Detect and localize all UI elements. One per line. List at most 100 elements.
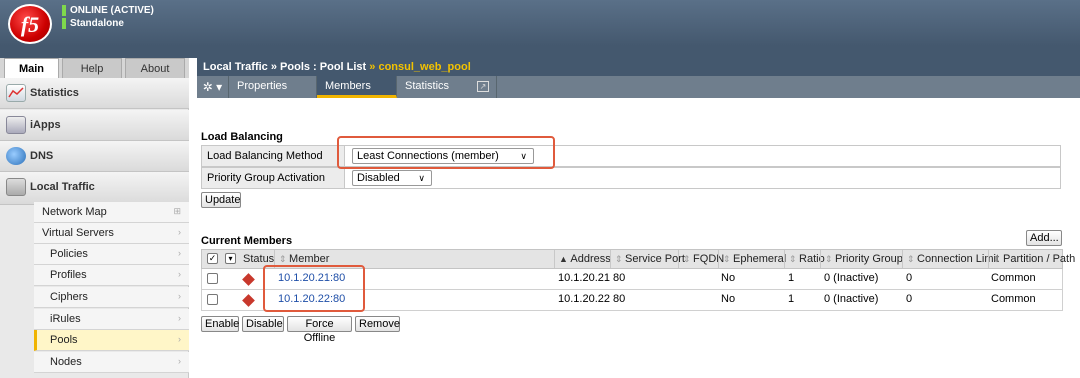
col-service-port[interactable]: ⇕ Service Port [610,250,685,268]
chevron-right-icon: › [178,269,181,279]
header-strip [0,46,1080,58]
section-title-members: Current Members [201,235,293,247]
col-connection-limit[interactable]: ⇕ Connection Limit [902,250,999,268]
chevron-right-icon: › [178,248,181,258]
update-button[interactable]: Update [201,192,241,208]
cell-priority: 0 (Inactive) [824,272,879,284]
remove-button[interactable]: Remove [355,316,400,332]
sidebar-item-pools[interactable]: Pools › [34,330,189,351]
cell-priority: 0 (Inactive) [824,293,879,305]
sidebar-item-ciphers[interactable]: Ciphers › [34,287,189,308]
sort-icon: ⇕ [907,254,918,264]
tab-main[interactable]: Main [4,58,59,78]
nav-section-iapps[interactable]: iApps [0,110,189,141]
sidebar-item-profiles[interactable]: Profiles › [34,265,189,286]
nav-label: iApps [30,119,61,131]
breadcrumb-current: consul_web_pool [378,61,471,73]
cell-conn-limit: 0 [906,293,913,305]
highlight-box-method [337,136,555,169]
sort-icon: ⇕ [279,254,290,264]
sort-icon: ⇕ [993,254,1004,264]
row-checkbox[interactable] [207,294,218,305]
sort-icon: ⇕ [825,254,836,264]
f5-logo: f5 [8,4,52,44]
breadcrumb: Local Traffic » Pools : Pool List » cons… [197,58,1080,76]
sidebar-item-network-map[interactable]: Network Map ⊞ [34,202,189,223]
sort-icon: ⇕ [789,254,800,264]
sidebar-item-irules[interactable]: iRules › [34,309,189,330]
sidebar-item-nodes[interactable]: Nodes › [34,352,189,373]
status-offline-icon [242,273,255,286]
chevron-right-icon: › [178,334,181,344]
select-all-checkbox[interactable]: ✓ [207,253,218,264]
status-online: ONLINE (ACTIVE) [62,4,154,17]
cell-port: 80 [613,293,626,305]
row-checkbox[interactable] [207,273,218,284]
nav-label: Statistics [30,87,79,99]
row-priority-group: Priority Group Activation Disabled ∨ [201,167,1061,189]
add-member-button[interactable]: Add... [1026,230,1062,246]
col-partition-path[interactable]: ⇕ Partition / Path [988,250,1075,268]
tab-members[interactable]: Members [317,76,397,98]
priority-group-select[interactable]: Disabled ∨ [352,170,432,186]
local-traffic-icon [6,178,26,196]
nav-section-local-traffic[interactable]: Local Traffic [0,172,189,205]
iapps-icon [6,116,26,134]
breadcrumb-pool-list[interactable]: Pools : Pool List [280,61,366,73]
disable-button[interactable]: Disable [242,316,284,332]
left-navigation: Main Help About Statistics iApps DNS Loc… [0,58,189,378]
cell-partition: Common [991,293,1036,305]
cell-ratio: 1 [788,272,795,284]
col-priority-group[interactable]: ⇕ Priority Group [820,250,903,268]
tab-properties[interactable]: Properties [229,76,317,98]
device-status: ONLINE (ACTIVE) Standalone [62,4,154,30]
chevron-right-icon: › [178,313,181,323]
dns-icon [6,147,26,165]
priority-group-value: Disabled [357,172,400,184]
col-fqdn[interactable]: ⇕ FQDN [678,250,724,268]
cell-address: 10.1.20.21 [558,272,610,284]
sort-asc-icon: ▲ [559,254,571,264]
sidebar-item-virtual-servers[interactable]: Virtual Servers › [34,223,189,244]
cell-address: 10.1.20.22 [558,293,610,305]
nav-label: DNS [30,150,54,162]
status-mode: Standalone [62,17,154,30]
chevron-right-icon: › [178,356,181,366]
sort-icon: ⇕ [615,254,626,264]
sort-icon: ⇕ [723,254,734,264]
chevron-right-icon: › [178,291,181,301]
cell-conn-limit: 0 [906,272,913,284]
cell-partition: Common [991,272,1036,284]
cell-port: 80 [613,272,626,284]
lb-method-label: Load Balancing Method [202,146,345,166]
sort-icon: ⇕ [683,254,694,264]
highlight-box-members [263,265,365,312]
row-lb-method: Load Balancing Method Least Connections … [201,145,1061,167]
gear-menu-icon[interactable]: ✲ ▾ [197,76,229,98]
tab-help[interactable]: Help [62,58,122,78]
nav-section-statistics[interactable]: Statistics [0,78,189,109]
col-ratio[interactable]: ⇕ Ratio [784,250,825,268]
nav-section-dns[interactable]: DNS [0,141,189,172]
tab-about[interactable]: About [125,58,185,78]
cell-ratio: 1 [788,293,795,305]
col-ephemeral[interactable]: ⇕ Ephemeral [718,250,786,268]
nav-tabs: Main Help About [0,58,189,78]
tab-statistics-label: Statistics [405,80,450,92]
status-offline-icon [242,294,255,307]
select-menu-icon[interactable]: ▾ [225,253,236,264]
statistics-icon [6,84,26,102]
chevron-right-icon: › [178,227,181,237]
breadcrumb-separator: » [369,61,376,73]
force-offline-button[interactable]: Force Offline [287,316,352,344]
breadcrumb-local-traffic[interactable]: Local Traffic [203,61,268,73]
priority-group-label: Priority Group Activation [202,168,345,188]
breadcrumb-separator: » [270,61,277,73]
main-content: Local Traffic » Pools : Pool List » cons… [197,58,1080,378]
sidebar-item-policies[interactable]: Policies › [34,244,189,265]
enable-button[interactable]: Enable [201,316,239,332]
col-address[interactable]: ▲ Address [554,250,611,268]
tab-statistics[interactable]: Statistics ↗ [397,76,497,98]
nav-label: Local Traffic [30,181,95,193]
cell-ephemeral: No [721,293,736,305]
